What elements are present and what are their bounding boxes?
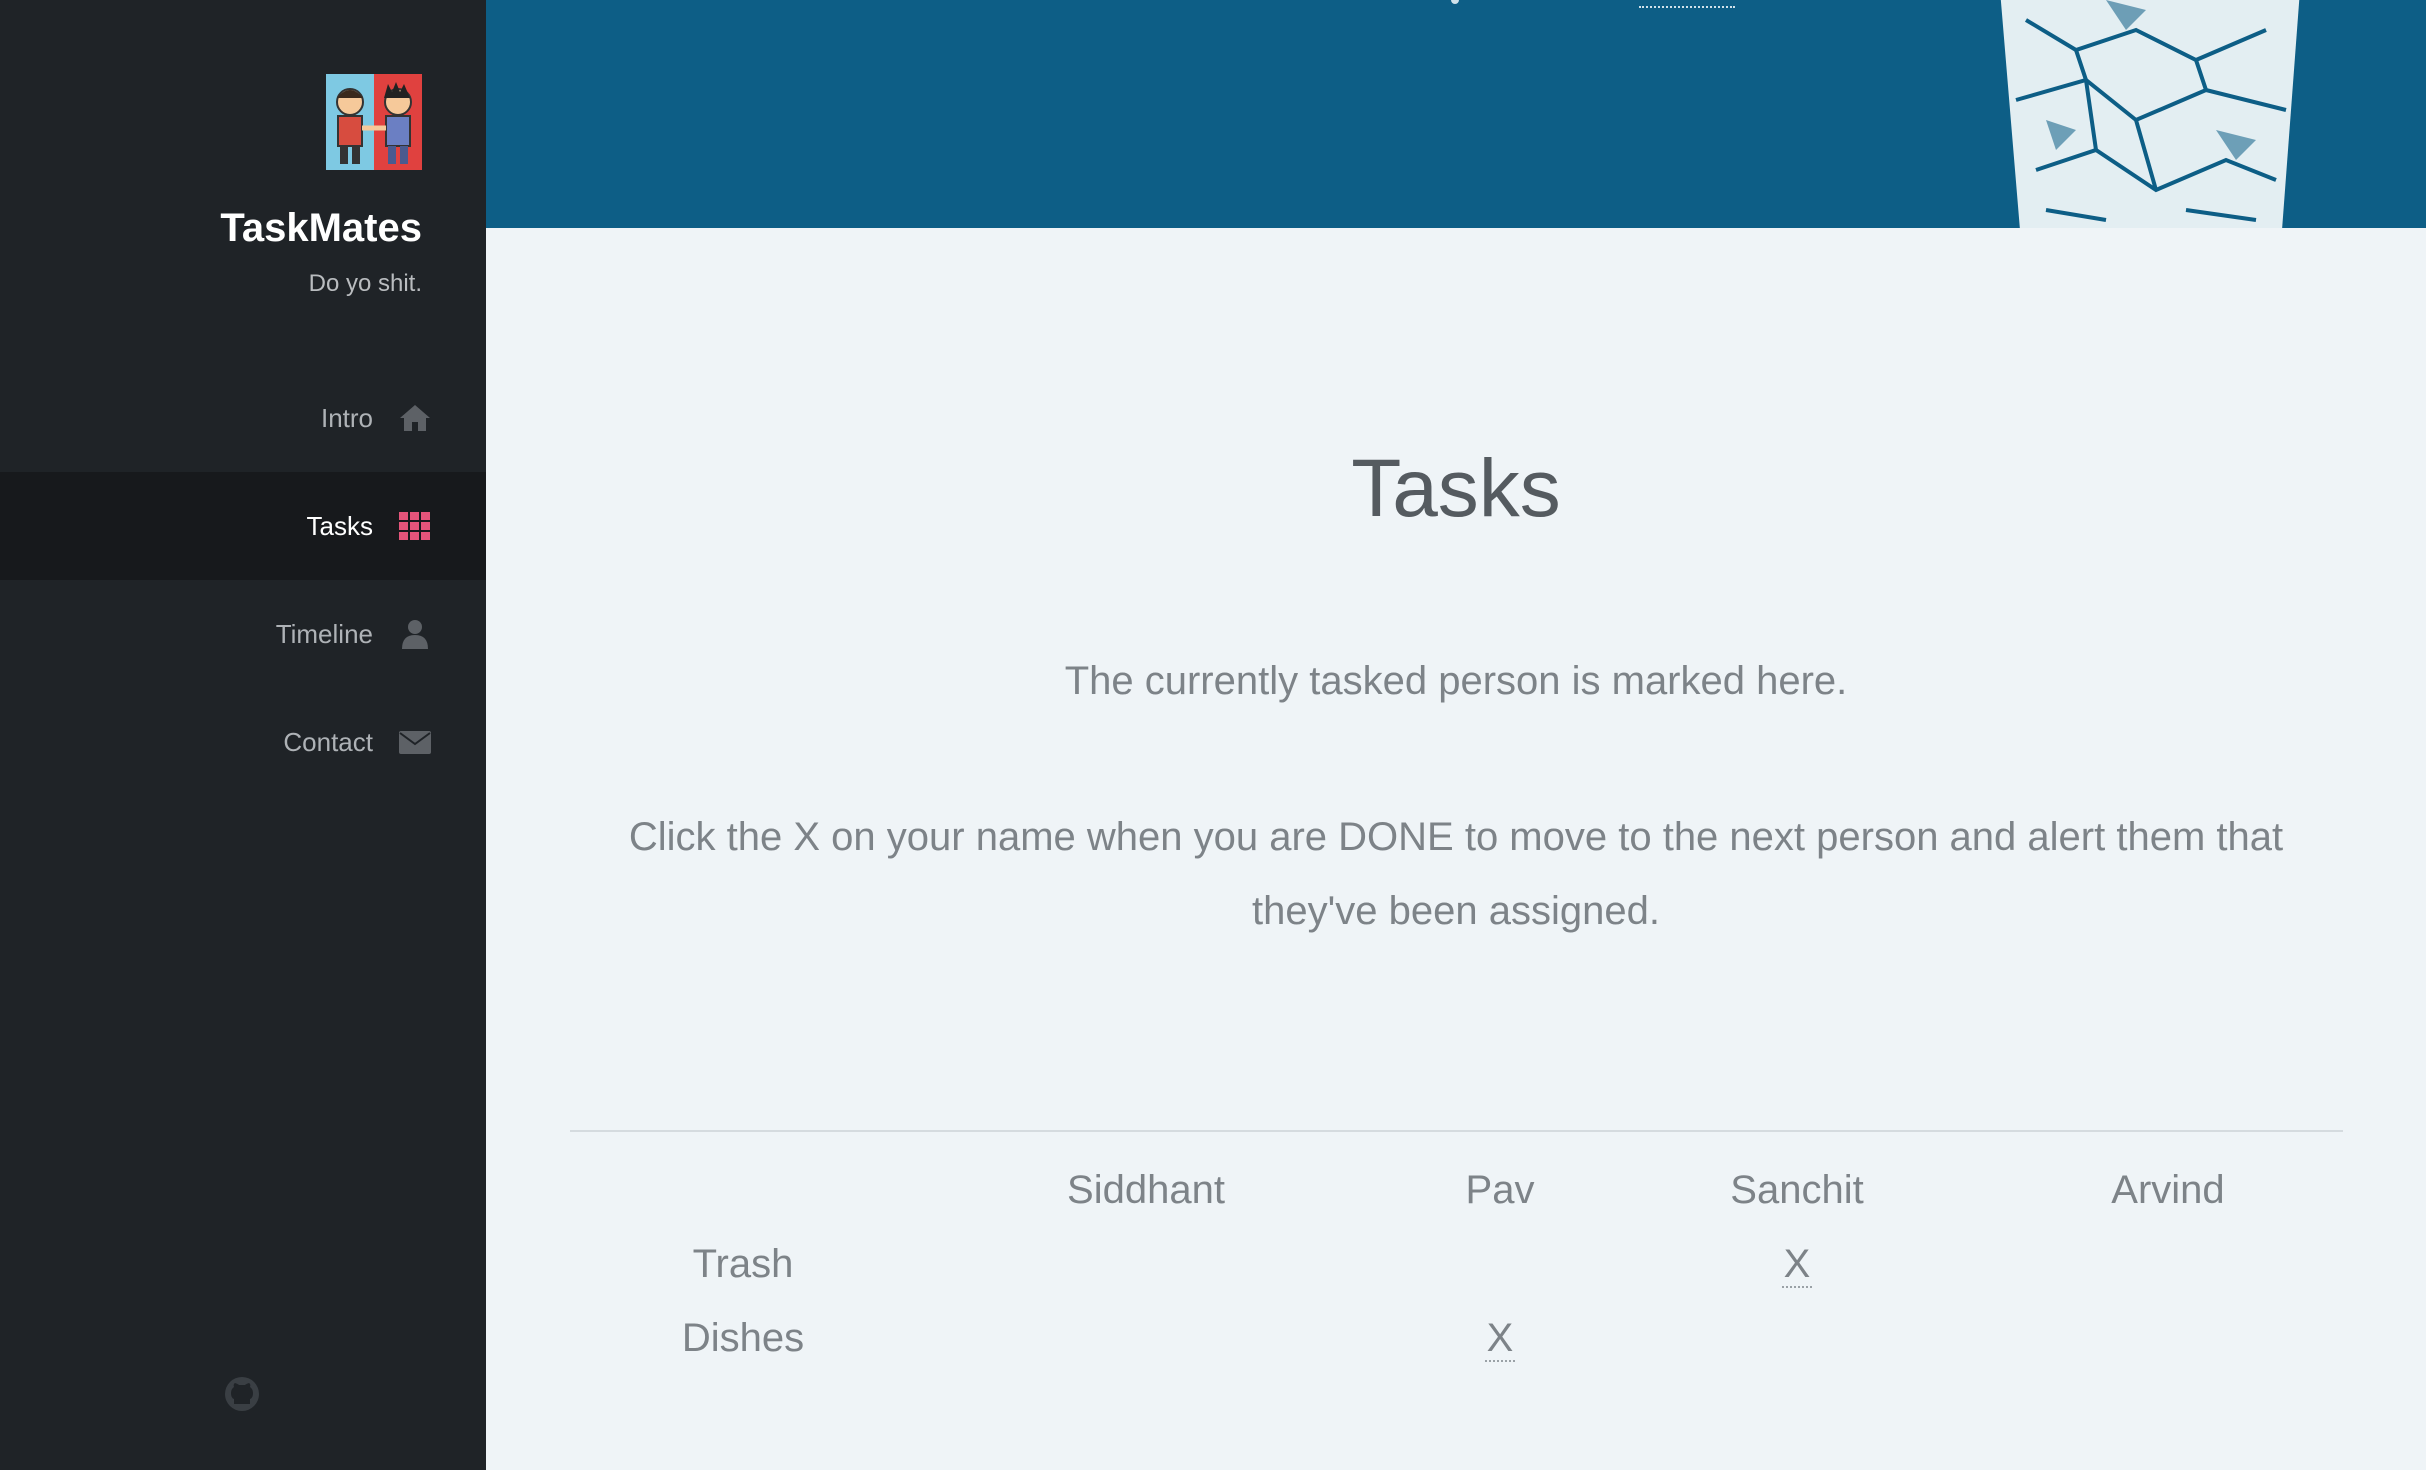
nav-item-contact[interactable]: Contact: [0, 688, 486, 796]
nav-item-timeline[interactable]: Timeline: [0, 580, 486, 688]
nav-item-tasks[interactable]: Tasks: [0, 472, 486, 580]
assignment-mark[interactable]: X: [1484, 1316, 1516, 1362]
sidebar: TaskMates Do yo shit. Intro Tasks Timeli…: [0, 0, 486, 1470]
taskmates-logo: [326, 74, 422, 170]
envelope-icon: [399, 731, 431, 754]
row-label-dishes: Dishes: [681, 1316, 805, 1360]
row-label-trash: Trash: [692, 1242, 794, 1286]
brand-name: TaskMates: [220, 206, 422, 250]
nav-item-label: Intro: [320, 403, 373, 433]
column-header-sanchit: Sanchit: [1730, 1168, 1864, 1212]
nav-item-label: Timeline: [275, 619, 373, 649]
task-mark-dishes-pav[interactable]: X: [1400, 1314, 1600, 1362]
tasks-description: The currently tasked person is marked he…: [1064, 659, 1848, 703]
column-header-arvind: Arvind: [2111, 1168, 2225, 1212]
user-icon: [402, 620, 428, 649]
grid-icon: [399, 512, 430, 540]
table-divider: [570, 1130, 2343, 1132]
column-header-siddhant: Siddhant: [1067, 1168, 1225, 1212]
nav-item-label: Contact: [283, 727, 373, 757]
tasks-instructions: Click the X on your name when you are DO…: [628, 815, 2284, 933]
assignment-mark[interactable]: X: [1781, 1242, 1813, 1288]
task-mark-trash-sanchit[interactable]: X: [1697, 1240, 1897, 1288]
brand-tagline: Do yo shit.: [308, 270, 422, 297]
home-icon: [400, 405, 430, 431]
column-header-pav: Pav: [1465, 1168, 1535, 1212]
github-icon[interactable]: [222, 1374, 262, 1414]
trash-can-illustration: [2000, 0, 2300, 228]
page-title: Tasks: [1351, 443, 1561, 534]
header-banner: [486, 0, 2426, 228]
nav-item-label: Tasks: [306, 511, 373, 541]
main-content: Tasks The currently tasked person is mar…: [486, 0, 2426, 1470]
banner-text-fragment: [1451, 0, 1459, 4]
nav-item-intro[interactable]: Intro: [0, 364, 486, 472]
banner-link-underline[interactable]: [1639, 6, 1735, 8]
